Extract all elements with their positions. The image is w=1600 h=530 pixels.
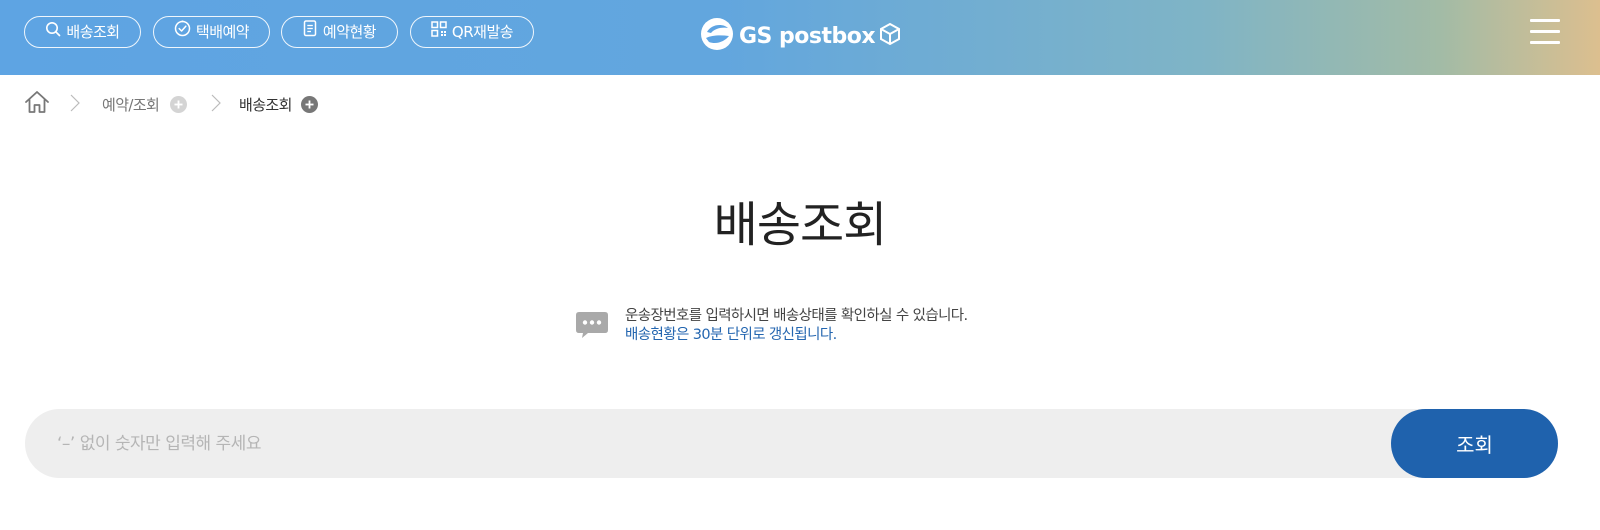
info-text: 운송장번호를 입력하시면 배송상태를 확인하실 수 있습니다.: [625, 308, 968, 324]
info-update-text: 배송현황은 30분 단위로 갱신됩니다.: [625, 327, 837, 343]
logo-box-icon: [879, 22, 901, 50]
search-icon: [45, 18, 61, 47]
gs-postbox-logo[interactable]: GS postbox: [699, 17, 901, 55]
nav-button-label: QR재발송: [451, 22, 514, 41]
chevron-right-icon: [70, 94, 80, 116]
home-icon[interactable]: [24, 89, 50, 119]
page-title: 배송조회: [713, 197, 888, 253]
top-header: 배송조회 택배예약 예약현황 QR재발송 GS postbox: [0, 0, 1600, 75]
document-icon: [303, 18, 318, 47]
breadcrumb-item-tracking[interactable]: 배송조회: [239, 94, 292, 115]
nav-button-label: 예약현황: [322, 22, 377, 41]
hamburger-menu-icon[interactable]: [1530, 19, 1560, 47]
logo-mark-icon: [699, 16, 735, 56]
tracking-search-bar: 조회: [25, 409, 1558, 478]
nav-button-label: 배송조회: [66, 22, 120, 41]
plus-circle-icon[interactable]: [170, 96, 187, 113]
nav-button-tracking[interactable]: 배송조회: [24, 16, 141, 48]
clock-check-icon: [174, 18, 191, 47]
logo-text: GS postbox: [739, 23, 876, 49]
breadcrumb-item-reservation[interactable]: 예약/조회: [102, 94, 160, 115]
plus-circle-icon[interactable]: [301, 96, 318, 113]
nav-button-reservations[interactable]: 예약현황: [281, 16, 398, 48]
nav-button-booking[interactable]: 택배예약: [153, 16, 270, 48]
speech-bubble-icon: [575, 310, 609, 344]
chevron-right-icon: [211, 94, 221, 116]
nav-button-qr-resend[interactable]: QR재발송: [410, 16, 534, 48]
breadcrumb: 예약/조회 배송조회: [24, 89, 424, 117]
tracking-number-input[interactable]: [57, 409, 1357, 478]
search-button[interactable]: 조회: [1391, 409, 1558, 478]
nav-button-label: 택배예약: [195, 22, 250, 41]
info-notice: 운송장번호를 입력하시면 배송상태를 확인하실 수 있습니다. 배송현황은 30…: [575, 303, 1095, 343]
qr-code-icon: [431, 18, 447, 47]
